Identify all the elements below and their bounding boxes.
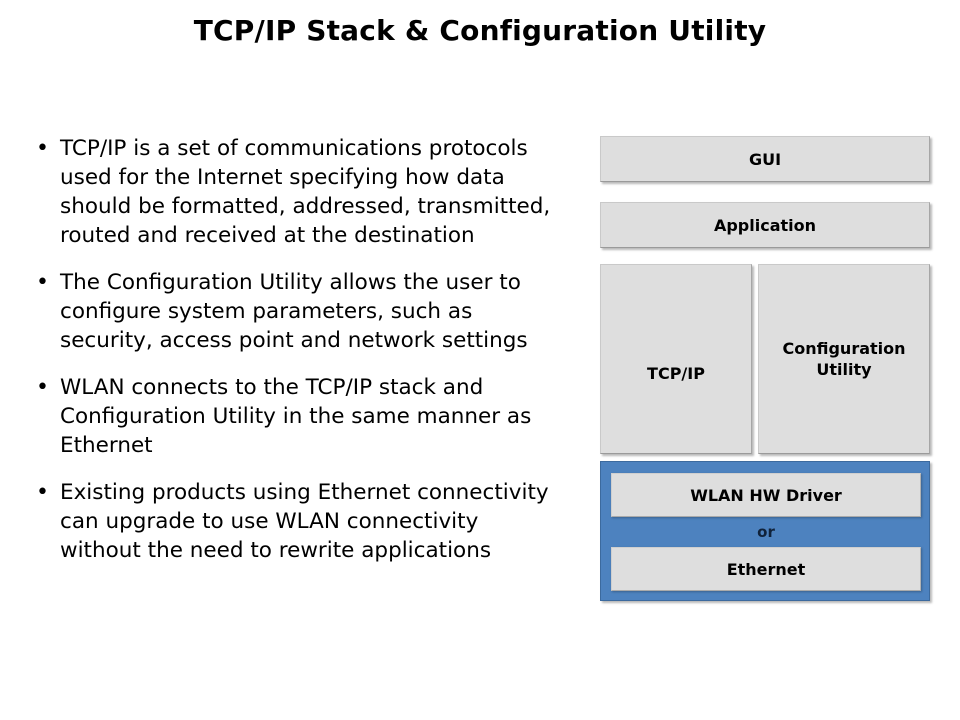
diagram-block-application-label: Application	[713, 215, 817, 235]
bullet-text: TCP/IP is a set of communications protoc…	[60, 136, 551, 248]
bullet-marker-icon: •	[36, 375, 49, 400]
config-utility-line-1: Configuration	[782, 339, 906, 358]
diagram-block-tcpip: TCP/IP	[600, 264, 752, 454]
diagram-block-wlan-hw-driver: WLAN HW Driver	[611, 473, 921, 517]
bullet-text: Existing products using Ethernet connect…	[60, 480, 549, 563]
tcpip-stack-diagram: GUI Application TCP/IP Configuration Uti…	[600, 136, 930, 601]
bullet-marker-icon: •	[36, 270, 49, 295]
diagram-separator-or-label: or	[757, 523, 775, 541]
diagram-separator-or: or	[601, 519, 931, 545]
page-title: TCP/IP Stack & Configuration Utility	[193, 14, 767, 47]
list-item: • Existing products using Ethernet conne…	[30, 478, 560, 565]
bullet-text: The Configuration Utility allows the use…	[60, 270, 528, 353]
list-item: • The Configuration Utility allows the u…	[30, 268, 560, 355]
diagram-block-tcpip-label: TCP/IP	[647, 363, 705, 383]
list-item: • WLAN connects to the TCP/IP stack and …	[30, 373, 560, 460]
bullet-marker-icon: •	[36, 136, 49, 161]
diagram-block-configuration-utility: Configuration Utility	[758, 264, 930, 454]
diagram-block-gui: GUI	[600, 136, 930, 182]
bullet-text: WLAN connects to the TCP/IP stack and Co…	[60, 375, 532, 458]
diagram-block-hardware-container: WLAN HW Driver or Ethernet	[600, 461, 930, 601]
bullet-list: • TCP/IP is a set of communications prot…	[30, 134, 560, 583]
diagram-block-application: Application	[600, 202, 930, 248]
diagram-block-wlan-hw-driver-label: WLAN HW Driver	[690, 485, 842, 505]
diagram-block-ethernet: Ethernet	[611, 547, 921, 591]
config-utility-line-2: Utility	[816, 360, 872, 379]
bullet-marker-icon: •	[36, 480, 49, 505]
diagram-block-gui-label: GUI	[748, 149, 782, 169]
diagram-block-configuration-utility-label: Configuration Utility	[782, 338, 905, 380]
list-item: • TCP/IP is a set of communications prot…	[30, 134, 560, 250]
diagram-block-ethernet-label: Ethernet	[726, 559, 806, 579]
